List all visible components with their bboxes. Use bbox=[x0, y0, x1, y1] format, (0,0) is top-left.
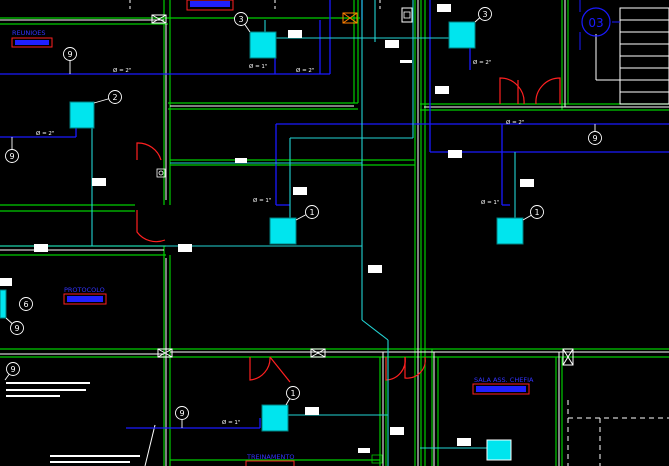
room-label-group-protocolo: PROTOCOLO bbox=[63, 286, 107, 305]
callout-number: 9 bbox=[9, 152, 14, 161]
callout-number: 9 bbox=[10, 365, 15, 374]
pipe-network bbox=[0, 0, 669, 429]
callout-number: 9 bbox=[592, 134, 597, 143]
ac-unit-8[interactable] bbox=[486, 439, 512, 461]
cad-drawing-viewport[interactable]: REUNIOES PROTOCOLO SALA ASS. CHEFIA TREI… bbox=[0, 0, 669, 466]
room-label-treinamento: TREINAMENTO bbox=[246, 453, 294, 461]
room-label-reunioes: REUNIOES bbox=[12, 29, 46, 37]
callout-number: 1 bbox=[290, 389, 295, 398]
pipe-label: Ø = 1" bbox=[253, 197, 271, 204]
pipe-label: Ø = 2" bbox=[506, 119, 524, 126]
ac-unit-1[interactable] bbox=[249, 31, 277, 59]
callout-number: 9 bbox=[14, 324, 19, 333]
pipe-label: Ø = 2" bbox=[296, 67, 314, 74]
callout-number: 6 bbox=[23, 300, 28, 309]
pipe-label: Ø = 2" bbox=[113, 67, 131, 74]
pipe-label: Ø = 2" bbox=[36, 130, 54, 137]
tag-boxes bbox=[0, 4, 534, 453]
hvac-floor-plan: REUNIOES PROTOCOLO SALA ASS. CHEFIA TREI… bbox=[0, 0, 669, 466]
callout-number: 1 bbox=[309, 208, 314, 217]
room-label-group-chefia: SALA ASS. CHEFIA bbox=[472, 376, 534, 395]
callout-number: 2 bbox=[112, 93, 117, 102]
callout-number: 1 bbox=[534, 208, 539, 217]
pipe-label: Ø = 1" bbox=[249, 63, 267, 70]
callout-number: 9 bbox=[179, 409, 184, 418]
ac-unit-5[interactable] bbox=[496, 217, 524, 245]
callout-number: 9 bbox=[67, 50, 72, 59]
ac-unit-2[interactable] bbox=[448, 21, 476, 49]
room-label-sala-ass-chefia: SALA ASS. CHEFIA bbox=[474, 376, 534, 384]
pipe-label: Ø = 1" bbox=[481, 199, 499, 206]
walls-green bbox=[0, 0, 669, 466]
room-label-group-top bbox=[186, 0, 234, 11]
ac-unit-6[interactable] bbox=[261, 404, 289, 432]
walls-white bbox=[0, 0, 669, 466]
pipe-label: Ø = 2" bbox=[473, 59, 491, 66]
callout-number: 3 bbox=[482, 10, 487, 19]
room-label-protocolo: PROTOCOLO bbox=[64, 286, 105, 294]
callout-number: 3 bbox=[238, 15, 243, 24]
grid-bubble-03: 03 bbox=[579, 0, 620, 50]
room-label-group-treinamento: TREINAMENTO bbox=[245, 453, 295, 466]
room-label-group-top-left: REUNIOES bbox=[11, 29, 53, 48]
pipe-label: Ø = 1" bbox=[222, 419, 240, 426]
ac-unit-3[interactable] bbox=[69, 101, 95, 129]
ac-unit-7[interactable] bbox=[0, 289, 7, 319]
grid-bubble-label: 03 bbox=[588, 16, 603, 30]
ac-unit-4[interactable] bbox=[269, 217, 297, 245]
